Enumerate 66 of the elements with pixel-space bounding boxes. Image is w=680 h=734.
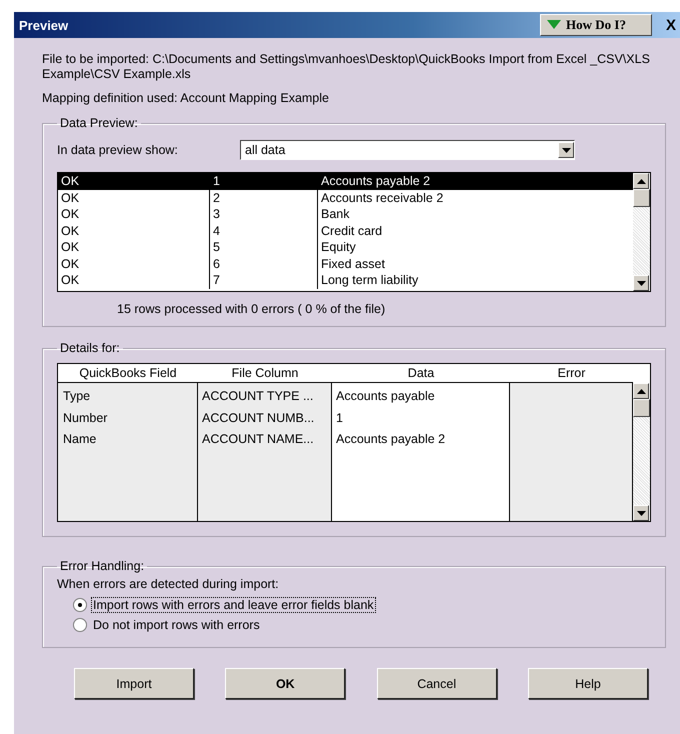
preview-row[interactable]: OK 7 Long term liability: [58, 272, 633, 288]
preview-show-label: In data preview show:: [57, 143, 179, 157]
status-cell: OK: [58, 272, 210, 288]
column-header[interactable]: QuickBooks Field: [58, 364, 198, 382]
file-path-text: File to be imported: C:\Documents and Settings\mvanhoes\Desktop\QuickBooks Import from Excel _CSV\XLS Example\CSV Example.xls: [42, 52, 651, 82]
radio-button[interactable]: [73, 618, 87, 632]
summary-text: 15 rows processed with 0 errors ( 0 % of the file): [116, 301, 386, 318]
window-title: Preview: [19, 18, 70, 32]
dialog-button[interactable]: Help: [528, 668, 648, 699]
dialog-button[interactable]: OK: [225, 668, 346, 699]
table-cell-text: Accounts payable 2: [336, 431, 446, 448]
number-cell: 5: [210, 239, 318, 256]
status-cell: OK: [58, 206, 210, 222]
option-label[interactable]: Do not import rows with errors: [91, 617, 262, 633]
table-cell-text: Number: [63, 410, 108, 426]
number-cell: 7: [210, 272, 318, 288]
scroll-thumb[interactable]: [633, 399, 650, 417]
table-cell-text: Name: [63, 431, 98, 448]
prompt-text: When errors are detected during import:: [57, 577, 280, 591]
scroll-thumb[interactable]: [633, 189, 650, 207]
option-label[interactable]: Import rows with errors and leave error fields blank: [91, 597, 376, 613]
status-cell: OK: [58, 222, 210, 239]
name-cell-text: Bank: [320, 206, 350, 222]
status-cell: OK: [58, 256, 210, 272]
preview-row[interactable]: OK 5 Equity: [58, 239, 633, 256]
group-title: Error Handling:: [59, 559, 146, 573]
name-cell-text: Accounts payable 2: [320, 173, 432, 190]
preview-row[interactable]: OK 2 Accounts receivable 2: [58, 190, 633, 206]
group-title: Details for:: [59, 341, 121, 355]
number-cell: 1: [210, 173, 318, 190]
scrollbar[interactable]: [633, 173, 650, 291]
mapping-text: Mapping definition used: Account Mapping Example: [42, 91, 330, 106]
status-cell: OK: [58, 190, 210, 206]
triangle-icon: [547, 20, 561, 30]
table-cell-text: 1: [336, 410, 344, 426]
table-cell-text: Type: [63, 388, 92, 405]
table-cell-text: ACCOUNT NAME...: [202, 431, 315, 448]
status-cell: OK: [58, 173, 210, 190]
preview-row[interactable]: OK 4 Credit card: [58, 222, 633, 239]
how-do-i-button[interactable]: How Do I?: [540, 14, 652, 36]
number-cell: 2: [210, 190, 318, 206]
dialog-button[interactable]: Cancel: [376, 668, 497, 699]
table-cell-text: ACCOUNT NUMB...: [202, 410, 316, 426]
name-cell-text: Long term liability: [320, 272, 420, 288]
preview-row[interactable]: OK 6 Fixed asset: [58, 256, 633, 272]
column-header[interactable]: Data: [332, 364, 510, 382]
name-cell-text: Fixed asset: [320, 256, 386, 272]
radio-button[interactable]: [73, 598, 87, 612]
number-cell: 4: [210, 222, 318, 239]
group-title: Data Preview:: [59, 116, 139, 130]
preview-row[interactable]: OK 1 Accounts payable 2: [58, 173, 633, 190]
scrollbar[interactable]: [633, 383, 650, 521]
number-cell: 3: [210, 206, 318, 222]
name-cell-text: Equity: [320, 239, 357, 256]
status-cell: OK: [58, 239, 210, 256]
name-cell-text: Credit card: [320, 222, 384, 239]
name-cell-text: Accounts receivable 2: [320, 190, 444, 206]
close-button[interactable]: X: [666, 16, 680, 34]
column-header[interactable]: Error: [510, 364, 633, 382]
table-cell-text: ACCOUNT TYPE ...: [202, 388, 314, 405]
table-cell-text: Accounts payable: [336, 388, 436, 405]
number-cell: 6: [210, 256, 318, 272]
dialog-button[interactable]: Import: [74, 668, 194, 699]
preview-show-dropdown[interactable]: all data: [240, 140, 575, 160]
preview-row[interactable]: OK 3 Bank: [58, 206, 633, 222]
column-header[interactable]: File Column: [198, 364, 332, 382]
